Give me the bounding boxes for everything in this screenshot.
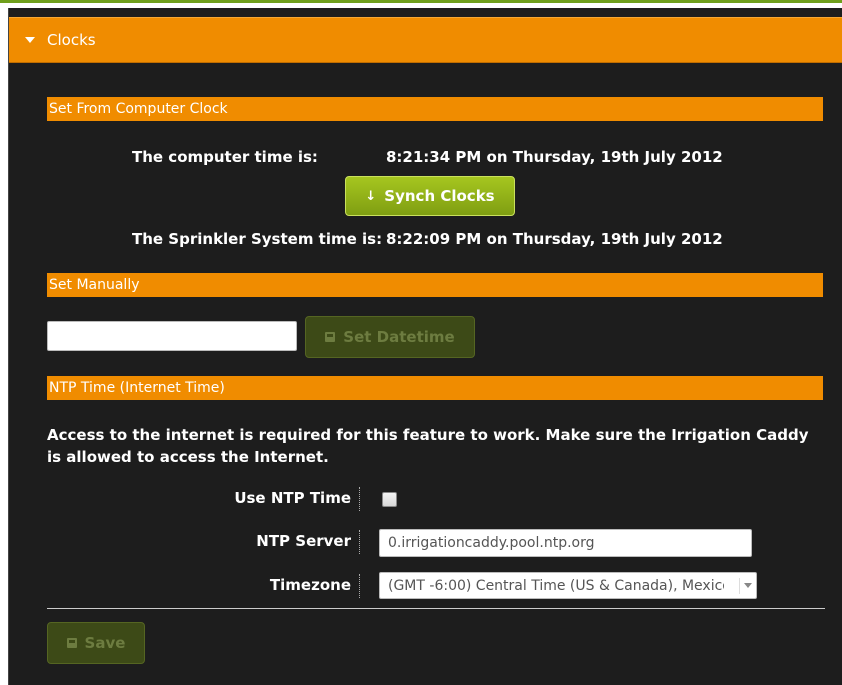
computer-time-label: The computer time is: [132, 148, 318, 166]
label-separator [359, 574, 360, 598]
ntp-description: Access to the internet is required for t… [47, 426, 809, 466]
computer-time-value: 8:21:34 PM on Thursday, 19th July 2012 [386, 148, 723, 166]
timezone-selected-value: (GMT -6:00) Central Time (US & Canada), … [388, 577, 724, 594]
top-accent-line [0, 0, 842, 3]
arrow-down-icon: ↓ [365, 188, 377, 204]
sprinkler-time-label: The Sprinkler System time is: [132, 230, 383, 248]
form-divider [47, 608, 825, 609]
section-ntp-time: NTP Time (Internet Time) [47, 376, 823, 400]
ntp-server-label: NTP Server [256, 532, 351, 550]
synch-clocks-label: Synch Clocks [384, 187, 495, 205]
section-set-manually: Set Manually [47, 273, 823, 297]
clocks-panel: Clocks Set From Computer Clock The compu… [8, 8, 842, 685]
label-separator [359, 530, 360, 554]
save-disk-icon [325, 332, 336, 342]
timezone-label: Timezone [269, 576, 351, 594]
caret-down-icon [25, 37, 35, 43]
chevron-down-icon [744, 583, 752, 588]
select-divider [739, 578, 740, 594]
section-computer-clock: Set From Computer Clock [47, 97, 823, 121]
ntp-server-input[interactable] [379, 529, 752, 557]
save-button[interactable]: Save [47, 622, 145, 664]
sprinkler-time-value: 8:22:09 PM on Thursday, 19th July 2012 [386, 230, 723, 248]
timezone-select[interactable]: (GMT -6:00) Central Time (US & Canada), … [379, 572, 757, 599]
save-disk-icon [66, 638, 77, 648]
datetime-input[interactable] [47, 321, 297, 351]
clocks-panel-header[interactable]: Clocks [9, 17, 842, 63]
set-datetime-button[interactable]: Set Datetime [305, 316, 475, 358]
use-ntp-label: Use NTP Time [234, 489, 351, 507]
save-label: Save [84, 634, 126, 652]
label-separator [359, 487, 360, 511]
use-ntp-checkbox[interactable] [382, 492, 397, 507]
synch-clocks-button[interactable]: ↓ Synch Clocks [345, 176, 515, 216]
set-datetime-label: Set Datetime [343, 328, 455, 346]
panel-title: Clocks [47, 31, 96, 49]
